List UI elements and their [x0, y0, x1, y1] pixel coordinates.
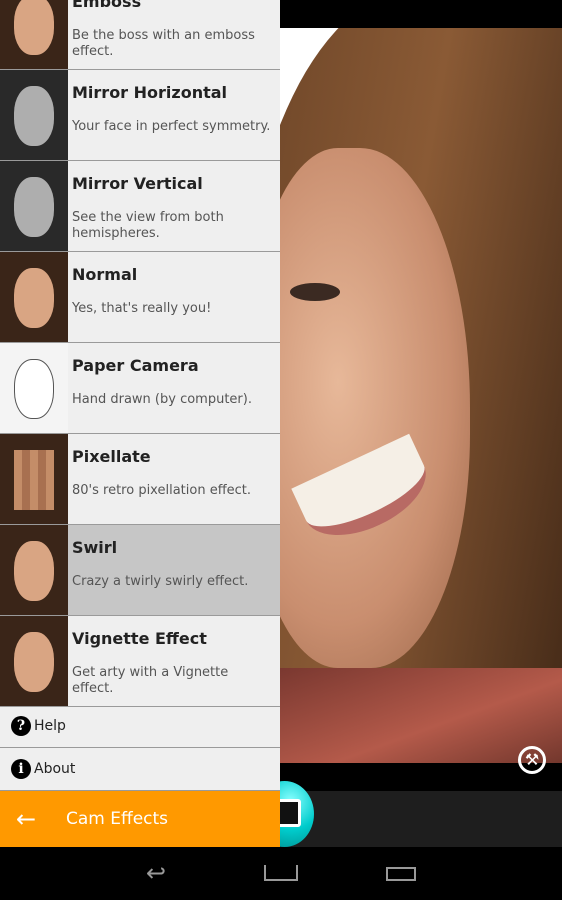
back-nav-icon[interactable]: ↩	[146, 859, 166, 887]
navigation-bar: ↩	[0, 847, 562, 900]
effect-description: Your face in perfect symmetry.	[72, 119, 271, 134]
effect-description: Crazy a twirly swirly effect.	[72, 574, 249, 589]
recents-nav-icon[interactable]	[386, 867, 416, 881]
effect-description: See the view from both hemispheres.	[72, 210, 224, 241]
effect-item[interactable]: Pixellate 80's retro pixellation effect.	[0, 434, 280, 525]
effect-title: Normal	[72, 265, 138, 284]
effect-title: Vignette Effect	[72, 629, 207, 648]
effect-description: Yes, that's really you!	[72, 301, 212, 316]
info-icon: i	[11, 759, 31, 779]
menu-help[interactable]: ? Help	[0, 705, 280, 748]
effect-thumbnail	[0, 525, 68, 615]
effect-item[interactable]: Swirl Crazy a twirly swirly effect.	[0, 525, 280, 616]
effect-title: Mirror Horizontal	[72, 83, 228, 102]
effect-thumbnail	[0, 0, 68, 69]
effect-description: Hand drawn (by computer).	[72, 392, 252, 407]
effect-thumbnail	[0, 252, 68, 342]
effect-title: Mirror Vertical	[72, 174, 203, 193]
effect-title: Emboss	[72, 0, 142, 11]
back-arrow-icon[interactable]: ←	[16, 805, 66, 833]
about-label: About	[34, 761, 76, 777]
effect-title: Swirl	[72, 538, 118, 557]
effect-description: Get arty with a Vignette effect.	[72, 665, 229, 696]
effects-list: Emboss Be the boss with an emboss effect…	[0, 0, 280, 707]
effect-item[interactable]: Paper Camera Hand drawn (by computer).	[0, 343, 280, 434]
effect-thumbnail	[0, 161, 68, 251]
action-bar: ← Cam Effects	[0, 791, 280, 847]
help-icon: ?	[11, 716, 31, 736]
app-title: Cam Effects	[66, 809, 169, 829]
camera-controls-bar	[280, 791, 562, 847]
menu-about[interactable]: i About	[0, 748, 280, 791]
effect-title: Pixellate	[72, 447, 151, 466]
effect-description: Be the boss with an emboss effect.	[72, 28, 255, 59]
effect-thumbnail	[0, 434, 68, 524]
help-label: Help	[34, 718, 66, 734]
home-nav-icon[interactable]	[264, 865, 298, 881]
effect-title: Paper Camera	[72, 356, 199, 375]
effect-thumbnail	[0, 616, 68, 706]
effect-item[interactable]: Mirror Vertical See the view from both h…	[0, 161, 280, 252]
effect-description: 80's retro pixellation effect.	[72, 483, 252, 498]
effect-item[interactable]: Vignette Effect Get arty with a Vignette…	[0, 616, 280, 707]
effect-thumbnail	[0, 70, 68, 160]
effects-drawer: Emboss Be the boss with an emboss effect…	[0, 0, 280, 847]
effect-item[interactable]: Normal Yes, that's really you!	[0, 252, 280, 343]
effect-item[interactable]: Emboss Be the boss with an emboss effect…	[0, 0, 280, 70]
effect-item[interactable]: Mirror Horizontal Your face in perfect s…	[0, 70, 280, 161]
settings-wrench-icon[interactable]: ⚒	[518, 746, 546, 774]
effect-thumbnail	[0, 343, 68, 433]
